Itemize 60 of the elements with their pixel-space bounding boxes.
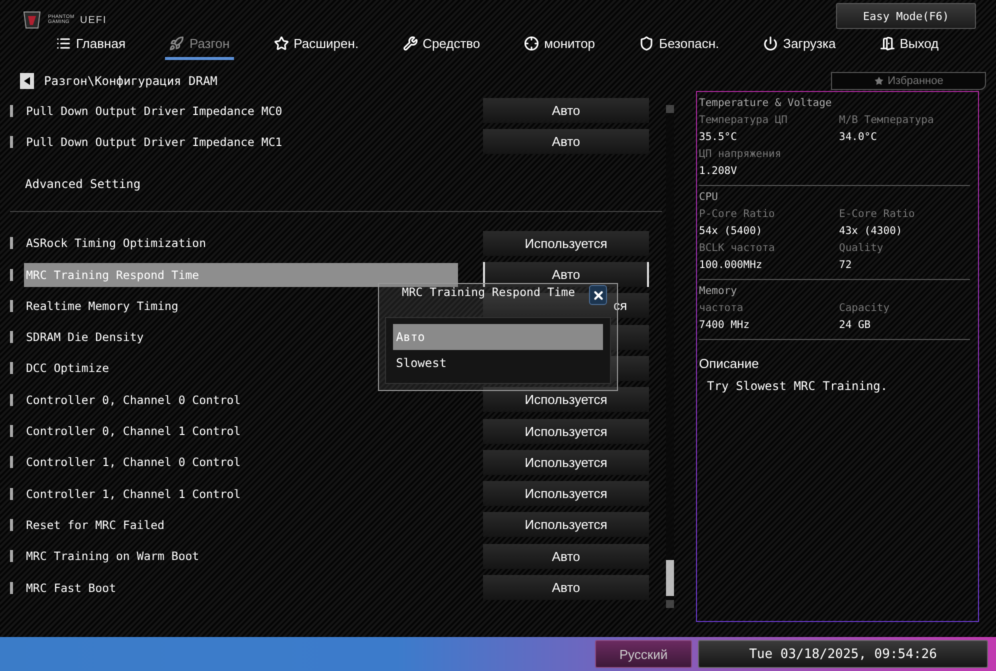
info-label: E-Core Ratio [839,207,916,222]
section-title: Memory [699,284,738,299]
setting-label[interactable]: Controller 1, Channel 0 Control [24,450,458,474]
info-label: BCLK частота [699,241,776,256]
setting-label[interactable]: MRC Training on Warm Boot [24,544,458,568]
info-value: 100.000MHz [699,258,764,273]
description-text: Try Slowest MRC Training. [706,379,889,393]
setting-value[interactable]: Авто [483,544,649,569]
nav-tab[interactable]: Расширен. [270,30,363,60]
setting-label[interactable]: Pull Down Output Driver Impedance MC0 [24,98,458,123]
setting-label[interactable]: Pull Down Output Driver Impedance MC1 [24,130,458,154]
info-label: M/B Температура [839,113,935,128]
info-label: частота [699,301,744,316]
language-button[interactable]: Русский [595,640,692,668]
setting-label[interactable]: Reset for MRC Failed [24,512,458,537]
info-value: 43x (4300) [839,224,904,239]
date-time[interactable]: Tue 03/18/2025, 09:54:26 [698,640,988,668]
nav-tab[interactable]: монитор [520,30,600,60]
setting-label[interactable]: Controller 0, Channel 1 Control [24,419,458,444]
info-value: 1.208V [699,164,738,179]
setting-value[interactable]: Авто [483,129,649,154]
info-value: 7400 MHz [699,318,751,333]
setting-value[interactable]: Авто [483,262,649,288]
setting-label[interactable]: Controller 1, Channel 1 Control [24,482,458,506]
setting-label[interactable]: Controller 0, Channel 0 Control [24,388,458,412]
setting-value[interactable]: Авто [483,98,649,124]
breadcrumb: Разгон\Конфигурация DRAM [44,74,218,88]
nav-tab[interactable]: Выход [876,30,943,60]
section-heading: Advanced Setting [24,177,142,192]
info-label: Capacity [839,301,891,316]
favorites-button[interactable]: Избранное [831,72,986,90]
info-label: ЦП напряжения [699,147,782,162]
info-value: 72 [839,258,853,273]
info-value: 35.5°C [699,130,738,145]
info-label: P-Core Ratio [699,207,776,222]
section-title: Temperature & Voltage [699,96,833,111]
popup-option[interactable]: Slowest [393,350,603,376]
nav-tab[interactable]: Безопасн. [635,30,724,60]
info-value: 24 GB [839,318,872,333]
setting-value[interactable]: Используется [483,418,649,444]
setting-label[interactable]: MRC Fast Boot [24,576,458,600]
nav-tab[interactable]: Разгон [165,30,234,60]
setting-value[interactable]: Используется [483,512,649,538]
setting-label[interactable]: ASRock Timing Optimization [24,231,458,256]
nav-tab[interactable]: Загрузка [759,30,840,60]
nav-tab[interactable]: Главная [52,30,130,60]
description-title: Описание [699,356,760,371]
info-label: Quality [839,241,884,256]
section-title: CPU [699,190,719,205]
info-value: 34.0°C [839,130,878,145]
info-value: 54x (5400) [699,224,764,239]
setting-value[interactable]: Используется [483,387,649,412]
nav-tab[interactable]: Средство [398,30,484,60]
easy-mode-button[interactable]: Easy Mode(F6) [836,3,976,29]
info-label: Температура ЦП [699,113,789,128]
setting-value[interactable]: Авто [483,575,649,600]
uefi-label: UEFI [80,14,107,26]
setting-value[interactable]: Используется [483,230,649,256]
setting-value[interactable]: Используется [483,450,649,475]
setting-value[interactable]: Используется [483,481,649,506]
